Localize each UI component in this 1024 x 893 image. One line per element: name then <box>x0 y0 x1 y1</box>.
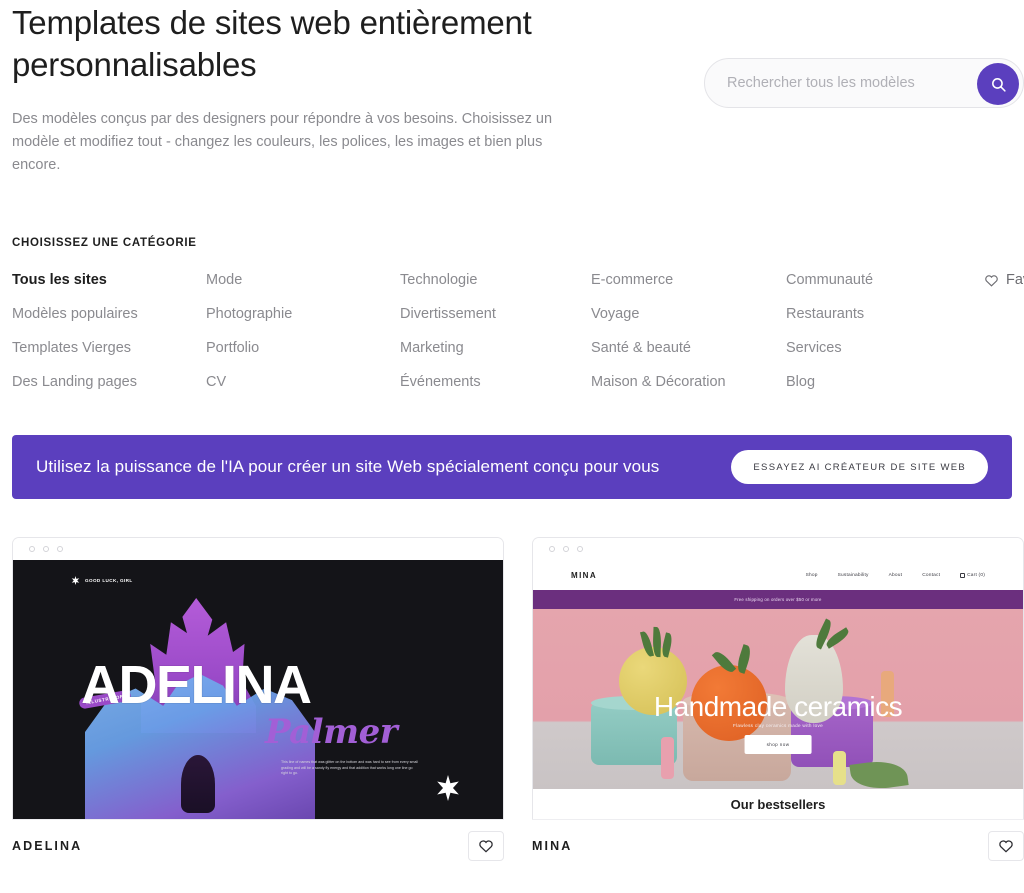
leaf-graphic <box>652 626 662 658</box>
category-modeles-populaires[interactable]: Modèles populaires <box>12 305 206 323</box>
mina-navbar: MINA Shop Sustainability About Contact C… <box>533 560 1023 590</box>
ceramic-candle-pink <box>661 737 674 779</box>
category-spacer <box>984 339 1024 357</box>
category-section: CHOISISSEZ UNE CATÉGORIE Tous les sites … <box>0 237 1024 391</box>
mina-preview: MINA Shop Sustainability About Contact C… <box>533 560 1023 819</box>
mina-nav-shop: Shop <box>805 572 818 578</box>
template-footer: ADELINA <box>12 819 504 872</box>
mina-bestsellers-section: Our bestsellers <box>533 789 1023 819</box>
search-icon <box>991 77 1006 92</box>
try-ai-builder-button[interactable]: ESSAYEZ AI CRÉATEUR DE SITE WEB <box>731 450 988 484</box>
category-blog[interactable]: Blog <box>786 373 984 391</box>
category-communaute[interactable]: Communauté <box>786 271 984 289</box>
category-grid: Tous les sites Mode Technologie E-commer… <box>12 271 1024 391</box>
favorite-button[interactable] <box>468 831 504 861</box>
adelina-preview: GOOD LUCK, GIRL ILLUSTRATOR ADELINA Palm… <box>13 560 503 819</box>
category-des-landing-pages[interactable]: Des Landing pages <box>12 373 206 391</box>
heart-icon <box>479 840 493 853</box>
heart-icon <box>999 840 1013 853</box>
favorite-button[interactable] <box>988 831 1024 861</box>
search-area <box>704 58 1024 108</box>
search-input[interactable] <box>705 60 955 106</box>
category-marketing[interactable]: Marketing <box>400 339 591 357</box>
template-footer: MINA <box>532 819 1024 872</box>
favorites-link[interactable]: Favoris <box>984 271 1024 289</box>
mina-nav-sustainability: Sustainability <box>837 572 869 578</box>
sparkle-icon <box>437 775 459 801</box>
browser-chrome <box>533 538 1023 560</box>
mina-cart: Cart (0) <box>960 572 985 578</box>
category-services[interactable]: Services <box>786 339 984 357</box>
template-grid: GOOD LUCK, GIRL ILLUSTRATOR ADELINA Palm… <box>0 537 1024 872</box>
mina-nav-contact: Contact <box>922 572 941 578</box>
hero-section: Templates de sites web entièrement perso… <box>0 0 1024 177</box>
template-name: MINA <box>532 839 573 853</box>
mina-shop-now-button: shop now <box>744 735 812 754</box>
category-spacer <box>984 305 1024 323</box>
category-evenements[interactable]: Événements <box>400 373 591 391</box>
ai-promo-banner: Utilisez la puissance de l'IA pour créer… <box>12 435 1012 499</box>
search-box[interactable] <box>704 58 1024 108</box>
category-portfolio[interactable]: Portfolio <box>206 339 400 357</box>
chrome-dot-icon <box>563 546 569 552</box>
adelina-script-headline: Palmer <box>265 712 398 752</box>
mina-cart-label: Cart (0) <box>967 572 985 578</box>
category-heading: CHOISISSEZ UNE CATÉGORIE <box>12 237 197 249</box>
leaf-graphic <box>734 644 754 674</box>
template-preview-frame[interactable]: MINA Shop Sustainability About Contact C… <box>532 537 1024 819</box>
template-preview-body: GOOD LUCK, GIRL ILLUSTRATOR ADELINA Palm… <box>13 560 503 819</box>
cart-icon <box>960 572 966 578</box>
hood-figure-graphic <box>181 755 215 813</box>
category-sante-beaute[interactable]: Santé & beauté <box>591 339 786 357</box>
adelina-paragraph: This line of names that was glitter on t… <box>281 760 419 776</box>
mina-bestsellers-title: Our bestsellers <box>730 796 826 812</box>
category-voyage[interactable]: Voyage <box>591 305 786 323</box>
template-name: ADELINA <box>12 839 83 853</box>
adelina-logo-text: GOOD LUCK, GIRL <box>85 577 133 583</box>
mina-hero-subtitle: Flawless clay ceramics made with love <box>733 723 823 728</box>
sparkle-icon <box>71 576 80 585</box>
templates-page: Templates de sites web entièrement perso… <box>0 0 1024 893</box>
chrome-dot-icon <box>43 546 49 552</box>
category-photographie[interactable]: Photographie <box>206 305 400 323</box>
category-tous-les-sites[interactable]: Tous les sites <box>12 271 206 289</box>
category-maison-decoration[interactable]: Maison & Décoration <box>591 373 786 391</box>
template-preview-body: MINA Shop Sustainability About Contact C… <box>533 560 1023 819</box>
category-technologie[interactable]: Technologie <box>400 271 591 289</box>
category-restaurants[interactable]: Restaurants <box>786 305 984 323</box>
mina-nav-links: Shop Sustainability About Contact Cart (… <box>805 572 985 578</box>
category-e-commerce[interactable]: E-commerce <box>591 271 786 289</box>
ai-banner-text: Utilisez la puissance de l'IA pour créer… <box>36 457 660 476</box>
favorites-label: Favoris <box>1006 272 1024 288</box>
mina-announcement-bar: Free shipping on orders over $50 or more <box>533 590 1023 609</box>
chrome-dot-icon <box>29 546 35 552</box>
category-spacer <box>984 373 1024 391</box>
mina-hero-title: Handmade ceramics <box>653 691 903 722</box>
template-card-mina[interactable]: MINA Shop Sustainability About Contact C… <box>532 537 1024 872</box>
adelina-logo: GOOD LUCK, GIRL <box>71 576 133 585</box>
ceramic-candle-yellow <box>833 751 846 785</box>
template-card-adelina[interactable]: GOOD LUCK, GIRL ILLUSTRATOR ADELINA Palm… <box>12 537 504 872</box>
mina-hero: Handmade ceramics Flawless clay ceramics… <box>533 609 1023 789</box>
category-templates-vierges[interactable]: Templates Vierges <box>12 339 206 357</box>
heart-icon <box>985 274 998 287</box>
search-button[interactable] <box>977 63 1019 105</box>
page-subtitle: Des modèles conçus par des designers pou… <box>12 111 553 173</box>
adelina-headline: ADELINA <box>81 655 312 715</box>
template-preview-frame[interactable]: GOOD LUCK, GIRL ILLUSTRATOR ADELINA Palm… <box>12 537 504 819</box>
category-cv[interactable]: CV <box>206 373 400 391</box>
chrome-dot-icon <box>57 546 63 552</box>
browser-chrome <box>13 538 503 560</box>
category-mode[interactable]: Mode <box>206 271 400 289</box>
mina-logo: MINA <box>571 570 598 580</box>
chrome-dot-icon <box>549 546 555 552</box>
page-title: Templates de sites web entièrement perso… <box>12 4 532 83</box>
category-divertissement[interactable]: Divertissement <box>400 305 591 323</box>
chrome-dot-icon <box>577 546 583 552</box>
mina-nav-about: About <box>888 572 903 578</box>
